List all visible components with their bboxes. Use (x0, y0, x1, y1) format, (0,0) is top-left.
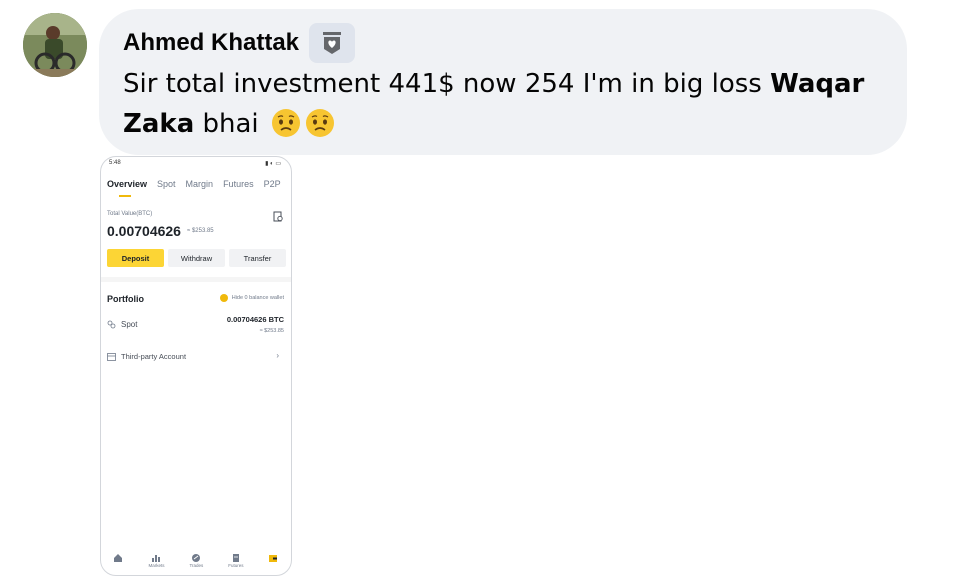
third-party-label: Third-party Account (121, 352, 187, 361)
account-icon (107, 352, 116, 361)
trades-icon (192, 554, 201, 562)
markets-icon (152, 555, 161, 562)
bottom-nav: Markets Trades Futures (101, 547, 291, 575)
total-value-usd: ≈ $253.85 (187, 228, 214, 234)
hide-zero-toggle[interactable]: Hide 0 balance wallet (219, 294, 284, 302)
wallet-tabs: Overview Spot Margin Futures P2P (107, 179, 281, 197)
spot-icon (107, 320, 116, 329)
transfer-button[interactable]: Transfer (229, 249, 286, 267)
tab-futures[interactable]: Futures (223, 179, 254, 189)
tab-overview[interactable]: Overview (107, 179, 147, 197)
author-row: Ahmed Khattak (123, 23, 356, 63)
tab-spot[interactable]: Spot (157, 179, 176, 189)
futures-icon (232, 554, 239, 562)
author-name[interactable]: Ahmed Khattak (123, 29, 299, 57)
comment-body: Sir total investment 441$ now 254 I'm in… (123, 69, 771, 99)
nav-wallets[interactable] (268, 553, 278, 563)
home-icon (114, 554, 123, 562)
portfolio-title: Portfolio (107, 294, 144, 304)
status-time: 5:48 (109, 160, 121, 166)
comment-bubble: Ahmed Khattak Sir total investment 441$ … (99, 9, 907, 155)
nav-home[interactable] (113, 553, 123, 563)
third-party-row[interactable]: Third-party Account (107, 352, 186, 361)
total-value: 0.00704626 (107, 223, 181, 239)
worried-face-icon (305, 109, 334, 137)
nav-futures[interactable]: Futures (228, 553, 244, 568)
comment-text: Sir total investment 441$ now 254 I'm in… (123, 64, 883, 144)
hide-zero-label: Hide 0 balance wallet (231, 295, 284, 301)
top-fan-badge-icon[interactable] (309, 23, 356, 63)
check-icon (219, 294, 228, 302)
nav-markets-label: Markets (148, 563, 165, 568)
divider (101, 277, 291, 282)
nav-trades-label: Trades (189, 563, 204, 568)
withdraw-button[interactable]: Withdraw (168, 249, 225, 267)
deposit-button[interactable]: Deposit (107, 249, 164, 267)
author-avatar[interactable] (23, 13, 87, 77)
spot-usd: ≈ $253.85 (259, 328, 284, 334)
attached-screenshot[interactable]: 5:48 ▮ ◐ ▭ Overview Spot Margin Futures … (100, 156, 292, 576)
status-icons: ▮ ◐ ▭ (265, 161, 281, 167)
total-value-label: Total Value(BTC) (107, 211, 153, 217)
wallet-icon (269, 555, 278, 562)
history-icon[interactable] (273, 211, 283, 222)
comment-body-end: bhai (194, 109, 259, 139)
worried-face-icon (271, 109, 300, 137)
nav-markets[interactable]: Markets (148, 553, 164, 568)
nav-futures-label: Futures (228, 563, 244, 568)
tab-p2p[interactable]: P2P (264, 179, 281, 189)
tab-margin[interactable]: Margin (186, 179, 214, 189)
spot-value: 0.00704626 BTC (226, 315, 284, 324)
spot-label: Spot (121, 320, 138, 329)
spot-row[interactable]: Spot (107, 320, 137, 329)
chevron-right-icon: › (276, 351, 279, 360)
nav-trades[interactable]: Trades (189, 553, 203, 568)
